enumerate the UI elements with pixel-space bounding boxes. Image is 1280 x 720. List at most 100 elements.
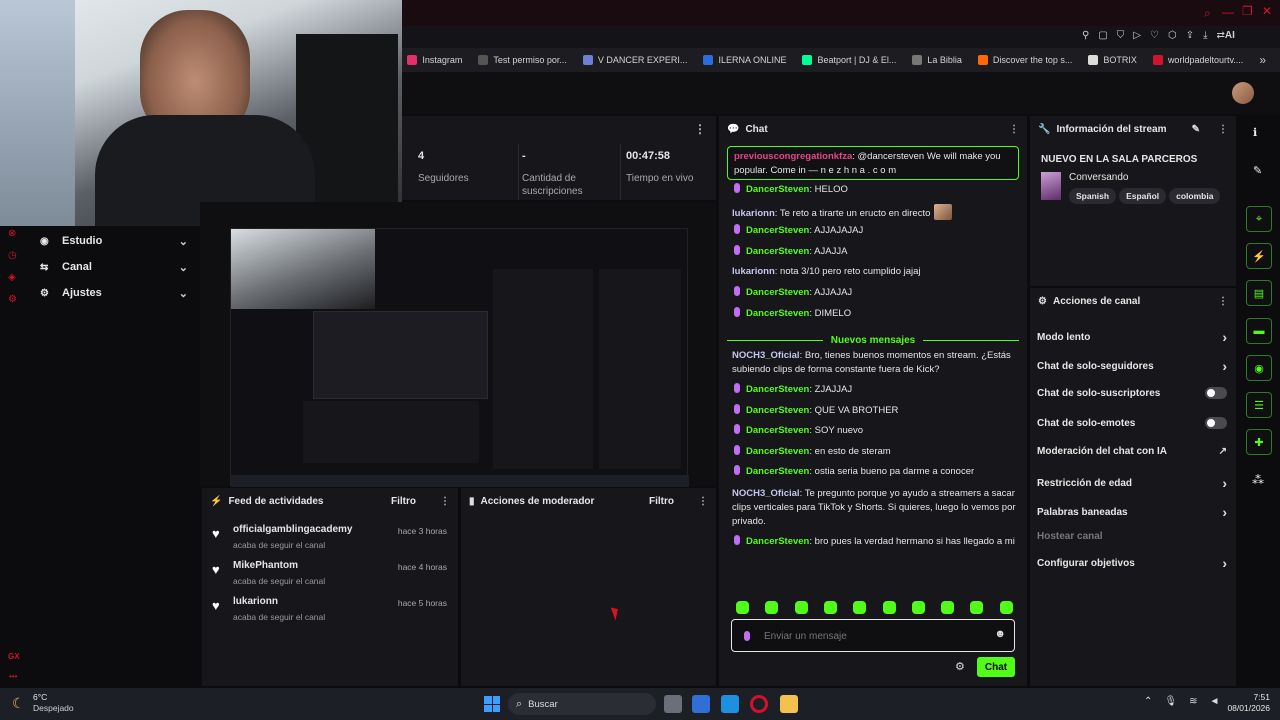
chat-username[interactable]: NOCH3_Oficial bbox=[732, 350, 800, 361]
lightning-icon[interactable]: ⚡ bbox=[1246, 243, 1272, 269]
bookmark-item[interactable]: V DANCER EXPERI... bbox=[582, 55, 687, 65]
volume-icon[interactable]: ◄ bbox=[1209, 696, 1219, 707]
sidebar-item-canal[interactable]: ⇆ Canal ⌄ bbox=[28, 254, 200, 280]
close-icon[interactable]: ✕ bbox=[1262, 4, 1272, 18]
pencil-icon[interactable]: ✎ bbox=[1253, 164, 1262, 177]
chat-username[interactable]: DancerSteven bbox=[746, 287, 809, 298]
channel-actions-more-icon[interactable]: ⋮ bbox=[1218, 296, 1228, 307]
channel-action-0[interactable]: Modo lento › bbox=[1037, 329, 1227, 345]
search-icon[interactable]: ⌕ bbox=[1204, 6, 1211, 21]
tools-icon[interactable]: ✚ bbox=[1246, 429, 1272, 455]
maximize-icon[interactable]: ❐ bbox=[1242, 4, 1253, 18]
taskbar-search[interactable]: ⌕ Buscar bbox=[508, 693, 656, 715]
pinned-user[interactable]: previouscongregationkfza bbox=[734, 151, 852, 162]
chat-message[interactable]: NOCH3_Oficial: Bro, tienes buenos moment… bbox=[732, 349, 1016, 377]
emote-icon[interactable] bbox=[911, 601, 925, 614]
feed-item[interactable]: ♥ lukarionn acaba de seguir el canal hace 5… bbox=[208, 596, 453, 622]
chat-message[interactable]: DancerSteven: HELOO bbox=[732, 183, 1016, 197]
mic-tray-icon[interactable]: 🎙 bbox=[1164, 696, 1177, 707]
feed-item[interactable]: ♥ MikePhantom acaba de seguir el canal hace… bbox=[208, 560, 453, 586]
layout-icon[interactable]: ☰ bbox=[1246, 392, 1272, 418]
chevron-up-icon[interactable]: ⌃ bbox=[1144, 696, 1152, 707]
user-avatar[interactable] bbox=[1232, 82, 1254, 104]
nodes-icon[interactable]: ⁂ bbox=[1252, 473, 1264, 487]
shield-icon[interactable]: ⛉ bbox=[1117, 30, 1125, 41]
feed-filter-button[interactable]: Filtro bbox=[391, 496, 416, 507]
minimize-icon[interactable]: — bbox=[1222, 5, 1234, 19]
emote-icon[interactable] bbox=[999, 601, 1013, 614]
chat-username[interactable]: DancerSteven bbox=[746, 308, 809, 319]
stream-tag[interactable]: Spanish bbox=[1069, 188, 1117, 204]
edit-icon[interactable]: ✎ bbox=[1192, 124, 1200, 135]
outlook-icon[interactable] bbox=[721, 695, 739, 713]
rail-close-icon[interactable]: ⊗ bbox=[8, 228, 16, 239]
sidebar-item-estudio[interactable]: ◉ Estudio ⌄ bbox=[28, 228, 200, 254]
chat-username[interactable]: DancerSteven bbox=[746, 246, 809, 257]
emote-icon[interactable] bbox=[794, 601, 808, 614]
chat-username[interactable]: DancerSteven bbox=[746, 384, 809, 395]
toggle-switch[interactable] bbox=[1205, 417, 1227, 429]
channel-action-3[interactable]: Chat de solo-emotes bbox=[1037, 417, 1227, 429]
toggle-switch[interactable] bbox=[1205, 387, 1227, 399]
ai-button[interactable]: ⇄AI bbox=[1217, 30, 1235, 41]
emote-icon[interactable] bbox=[823, 601, 837, 614]
opera-gx-icon[interactable] bbox=[750, 695, 768, 713]
channel-action-1[interactable]: Chat de solo-seguidores › bbox=[1037, 358, 1227, 374]
cube-icon[interactable]: ⬡ bbox=[1168, 30, 1177, 41]
bookmarks-more-icon[interactable]: » bbox=[1259, 53, 1266, 67]
heart-icon[interactable]: ♡ bbox=[1150, 30, 1159, 41]
chat-message[interactable]: lukarionn: Te reto a tirarte un eructo e… bbox=[732, 204, 1016, 221]
emote-icon[interactable] bbox=[941, 601, 955, 614]
pinned-message[interactable]: previouscongregationkfza: @dancersteven … bbox=[727, 146, 1019, 180]
rail-settings-icon[interactable]: ⚙ bbox=[8, 294, 17, 305]
rail-box-icon[interactable]: ◈ bbox=[8, 272, 16, 283]
capture-icon[interactable]: ▢ bbox=[1098, 30, 1107, 41]
channel-action-8[interactable]: Configurar objetivos › bbox=[1037, 555, 1227, 571]
send-chat-button[interactable]: Chat bbox=[977, 657, 1015, 677]
bookmark-item[interactable]: Beatport | DJ & El... bbox=[802, 55, 896, 65]
rail-history-icon[interactable]: ◷ bbox=[8, 250, 17, 261]
emote-icon[interactable] bbox=[970, 601, 984, 614]
wifi-icon[interactable]: ≋ bbox=[1189, 696, 1197, 707]
stream-tag[interactable]: colombia bbox=[1169, 188, 1221, 204]
chat-message[interactable]: DancerSteven: AJJAJAJ bbox=[732, 286, 1016, 300]
sidebar-item-ajustes[interactable]: ⚙ Ajustes ⌄ bbox=[28, 280, 200, 306]
channel-action-5[interactable]: Restricción de edad › bbox=[1037, 475, 1227, 491]
share-icon[interactable]: ⇪ bbox=[1186, 30, 1194, 41]
chat-message[interactable]: lukarionn: nota 3/10 pero reto cumplido … bbox=[732, 265, 1016, 279]
chat-message[interactable]: DancerSteven: DIMELO bbox=[732, 307, 1016, 321]
chat-message[interactable]: DancerSteven: ZJAJJAJ bbox=[732, 383, 1016, 397]
chat-message[interactable]: DancerSteven: en esto de steram bbox=[732, 445, 1016, 459]
taskview-icon[interactable] bbox=[664, 695, 682, 713]
emote-icon[interactable] bbox=[882, 601, 896, 614]
play-icon[interactable]: ▷ bbox=[1133, 30, 1141, 41]
chat-username[interactable]: DancerSteven bbox=[746, 536, 809, 547]
chat-username[interactable]: DancerSteven bbox=[746, 446, 809, 457]
chat-message[interactable]: NOCH3_Oficial: Te pregunto porque yo ayu… bbox=[732, 487, 1016, 529]
broadcast-icon[interactable]: ◉ bbox=[1246, 355, 1272, 381]
chat-input[interactable] bbox=[764, 628, 984, 644]
bookmark-item[interactable]: BOTRIX bbox=[1088, 55, 1137, 65]
mod-more-icon[interactable]: ⋮ bbox=[698, 496, 708, 507]
emoji-icon[interactable]: ☻ bbox=[994, 628, 1006, 640]
chat-settings-icon[interactable]: ⚙ bbox=[955, 660, 965, 673]
chat-message[interactable]: DancerSteven: AJJAJAJAJ bbox=[732, 224, 1016, 238]
bookmark-item[interactable]: La Biblia bbox=[912, 55, 962, 65]
chat-username[interactable]: NOCH3_Oficial bbox=[732, 488, 800, 499]
folder-icon[interactable] bbox=[780, 695, 798, 713]
chat-username[interactable]: lukarionn bbox=[732, 208, 775, 219]
chat-username[interactable]: DancerSteven bbox=[746, 184, 809, 195]
stream-category[interactable]: Conversando bbox=[1069, 172, 1128, 183]
chat-more-icon[interactable]: ⋮ bbox=[1009, 124, 1019, 135]
pin-icon[interactable]: ⚲ bbox=[1082, 30, 1089, 41]
channel-action-2[interactable]: Chat de solo-suscriptores bbox=[1037, 387, 1227, 399]
bookmark-item[interactable]: Discover the top s... bbox=[977, 55, 1072, 65]
chat-username[interactable]: DancerSteven bbox=[746, 466, 809, 477]
stats-more-icon[interactable]: ⋮ bbox=[694, 122, 706, 136]
feed-item[interactable]: ♥ officialgamblingacademy acaba de seguir … bbox=[208, 524, 453, 550]
stream-tag[interactable]: Español bbox=[1119, 188, 1167, 204]
bookmark-item[interactable]: Test permiso por... bbox=[478, 55, 567, 65]
chat-username[interactable]: lukarionn bbox=[732, 266, 775, 277]
channel-action-6[interactable]: Palabras baneadas › bbox=[1037, 504, 1227, 520]
bookmark-item[interactable]: worldpadeltourtv.... bbox=[1152, 55, 1243, 65]
